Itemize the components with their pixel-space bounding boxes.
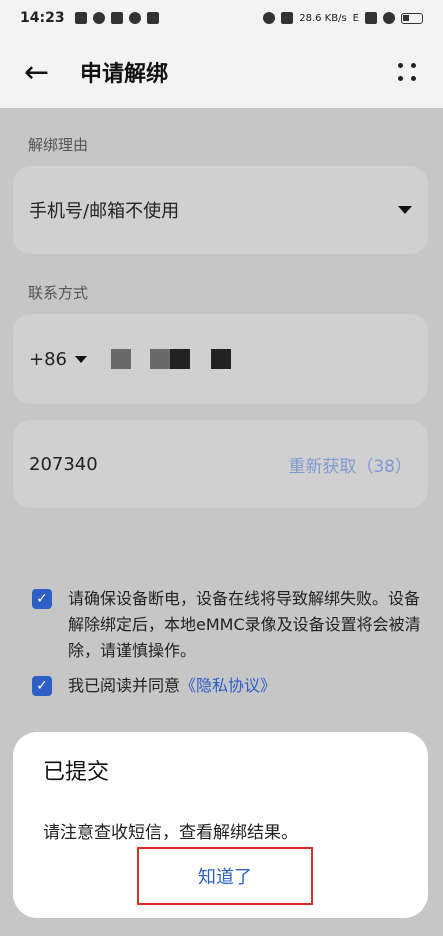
dialog-title: 已提交 [43, 760, 110, 785]
agree-checkbox[interactable]: ✓ [32, 676, 52, 696]
more-options-icon[interactable] [395, 60, 419, 84]
submitted-dialog: 已提交 请注意查收短信，查看解绑结果。 知道了 [13, 732, 428, 918]
masked-digit [150, 349, 170, 369]
system-icons: 28.6 KB/s E [263, 12, 423, 24]
upload-icon [74, 12, 87, 24]
app-bar: ← 申请解绑 [0, 36, 443, 108]
masked-digit [111, 349, 131, 369]
status-time: 14:23 [20, 10, 65, 26]
app-icon [92, 12, 105, 24]
network-type: E [352, 12, 359, 24]
reason-label: 解绑理由 [28, 136, 89, 154]
back-arrow-icon[interactable]: ← [24, 55, 64, 90]
country-caret-icon[interactable] [75, 355, 87, 363]
signal-icon [365, 12, 377, 24]
page-title: 申请解绑 [80, 62, 169, 87]
notification-icons [74, 12, 159, 24]
reason-select[interactable]: 手机号/邮箱不使用 [13, 166, 428, 254]
masked-digit [211, 349, 231, 369]
privacy-link[interactable]: 《隐私协议》 [180, 673, 276, 699]
refetch-button[interactable]: 重新获取（38） [288, 452, 412, 477]
masked-digit [170, 349, 190, 369]
agree-text: 我已阅读并同意 [68, 676, 181, 695]
net-speed: 28.6 KB/s [299, 12, 347, 24]
mail-icon [146, 12, 159, 24]
battery-icon [401, 12, 423, 24]
wifi-icon [383, 12, 395, 24]
warning-checkbox[interactable]: ✓ [32, 589, 52, 609]
code-field[interactable]: 207340 重新获取（38） [13, 420, 428, 508]
vibrate-icon [281, 12, 294, 24]
contact-label: 联系方式 [28, 284, 89, 302]
got-it-button[interactable]: 知道了 [137, 847, 313, 905]
reason-value: 手机号/邮箱不使用 [29, 201, 180, 222]
card-icon [110, 12, 123, 24]
warning-check-row[interactable]: ✓ 请确保设备断电，设备在线将导致解绑失败。设备解除绑定后，本地eMMC录像及设… [32, 586, 422, 664]
phone-field[interactable]: +86 [13, 314, 428, 404]
dropdown-caret-icon [398, 206, 412, 214]
weibo-icon [128, 12, 141, 24]
status-bar: 14:23 28.6 KB/s E [0, 0, 443, 36]
mic-icon [263, 12, 276, 24]
code-value[interactable]: 207340 [29, 454, 98, 475]
agree-check-row[interactable]: ✓ 我已阅读并同意 《隐私协议》 [32, 673, 422, 699]
country-code[interactable]: +86 [29, 349, 67, 370]
warning-text: 请确保设备断电，设备在线将导致解绑失败。设备解除绑定后，本地eMMC录像及设备设… [68, 589, 421, 660]
dialog-message: 请注意查收短信，查看解绑结果。 [43, 823, 298, 843]
